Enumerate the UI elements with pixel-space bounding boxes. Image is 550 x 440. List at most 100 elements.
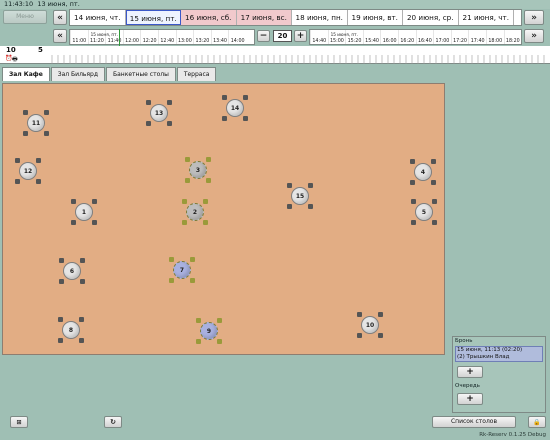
chair-icon: [59, 258, 64, 263]
menu-button[interactable]: Меню: [3, 10, 47, 24]
chair-icon: [287, 183, 292, 188]
time-slot[interactable]: 17:20: [450, 30, 469, 44]
current-time-marker: [119, 29, 120, 46]
time-slot[interactable]: 18:40: [521, 30, 522, 44]
table-number: 2: [186, 203, 204, 221]
table-number: 9: [200, 322, 218, 340]
day-tab[interactable]: 20 июня, ср.: [403, 10, 459, 25]
hall-tab[interactable]: Зал Кафе: [2, 67, 50, 81]
table-11[interactable]: 11: [23, 110, 49, 136]
day-tab[interactable]: 2: [514, 10, 521, 25]
time-slot[interactable]: 13:40: [210, 30, 229, 44]
chair-icon: [169, 257, 174, 262]
days-prev-button[interactable]: «: [53, 10, 67, 25]
chair-icon: [58, 317, 63, 322]
time-slot[interactable]: 12:00: [122, 30, 141, 44]
time-slot[interactable]: 14:40: [310, 30, 328, 44]
hall-tab[interactable]: Банкетные столы: [106, 67, 176, 81]
table-9[interactable]: 9: [196, 318, 222, 344]
time-label: 11:20: [89, 38, 104, 44]
time-slot[interactable]: 15 июня, пт. 15:00: [327, 30, 358, 44]
time-slot[interactable]: 16:20: [397, 30, 416, 44]
days-next-button[interactable]: »: [524, 10, 544, 25]
time-prev-button[interactable]: «: [53, 29, 67, 43]
chair-icon: [222, 116, 227, 121]
day-tab[interactable]: 15 июня, пт.: [125, 10, 181, 25]
table-7[interactable]: 7: [169, 257, 195, 283]
timeline-right: 14:40 15 июня, пт. 15:00 15:20 15:40 16:00…: [309, 29, 522, 45]
time-slot[interactable]: 11:40: [105, 30, 123, 44]
chair-icon: [80, 279, 85, 284]
zoom-in-button[interactable]: +: [294, 30, 307, 42]
table-2[interactable]: 2: [182, 199, 208, 225]
time-slot[interactable]: 13:20: [193, 30, 211, 44]
booking-item[interactable]: 15 июня, 11:13 (02:20) (2) Трышкин Влад: [455, 346, 543, 362]
refresh-icon: ↻: [110, 418, 116, 426]
chair-icon: [190, 257, 195, 262]
time-slot[interactable]: 16:40: [415, 30, 434, 44]
day-tab[interactable]: 16 июня, сб.: [181, 10, 237, 25]
table-5[interactable]: 5: [411, 199, 437, 225]
time-slot[interactable]: 15:20: [345, 30, 363, 44]
time-label: 11:00: [72, 38, 87, 44]
table-number: 4: [414, 163, 432, 181]
time-slot[interactable]: 15:40: [362, 30, 381, 44]
time-slot[interactable]: 12:20: [140, 30, 158, 44]
time-slot[interactable]: 16:00: [380, 30, 398, 44]
time-label: 13:20: [195, 38, 210, 44]
table-4[interactable]: 4: [410, 159, 436, 185]
time-slot[interactable]: 18:00: [485, 30, 504, 44]
plus-icon: +: [296, 31, 305, 41]
time-slot[interactable]: 15 июня, пт. 11:20: [87, 30, 118, 44]
day-tab[interactable]: 18 июня, пн.: [292, 10, 348, 25]
chair-icon: [411, 199, 416, 204]
chair-icon: [206, 178, 211, 183]
add-booking-button[interactable]: +: [457, 366, 483, 378]
tables-list-button[interactable]: Список столов: [432, 416, 516, 428]
keyboard-button[interactable]: ⊞: [10, 416, 28, 428]
table-3[interactable]: 3: [185, 157, 211, 183]
table-number: 12: [19, 162, 37, 180]
table-15[interactable]: 15: [287, 183, 313, 209]
table-12[interactable]: 12: [15, 158, 41, 184]
time-slot[interactable]: 17:40: [468, 30, 486, 44]
day-tab[interactable]: 21 июня, чт.: [459, 10, 514, 25]
table-10[interactable]: 10: [357, 312, 383, 338]
time-label: 15:40: [365, 38, 379, 44]
add-queue-button[interactable]: +: [457, 393, 483, 405]
time-next-button[interactable]: »: [524, 29, 544, 43]
table-13[interactable]: 13: [146, 100, 172, 126]
table-14[interactable]: 14: [222, 95, 248, 121]
table-1[interactable]: 1: [71, 199, 97, 225]
table-8[interactable]: 8: [58, 317, 84, 343]
time-label: 15:00: [329, 38, 344, 44]
chair-icon: [217, 318, 222, 323]
day-tab[interactable]: 14 июня, чт.: [70, 10, 126, 25]
chair-icon: [431, 180, 436, 185]
day-tab[interactable]: 19 июня, вт.: [348, 10, 403, 25]
booking-guest: (2) Трышкин Влад: [457, 354, 510, 360]
zoom-out-button[interactable]: −: [257, 30, 270, 42]
lock-button[interactable]: 🔒: [528, 416, 546, 428]
chair-icon: [378, 312, 383, 317]
day-tab[interactable]: 17 июня, вс.: [236, 10, 292, 25]
table-6[interactable]: 6: [59, 258, 85, 284]
chair-icon: [196, 318, 201, 323]
hall-tab[interactable]: Терраса: [176, 67, 217, 81]
table-number: 13: [150, 104, 168, 122]
time-slot[interactable]: 14:00: [228, 30, 246, 44]
chair-icon: [185, 178, 190, 183]
chair-icon: [243, 95, 248, 100]
time-slot[interactable]: 17:00: [433, 30, 451, 44]
time-slot[interactable]: 18:20: [503, 30, 521, 44]
plus-icon: +: [466, 394, 474, 404]
time-slot[interactable]: 13:00: [175, 30, 194, 44]
hall-tab[interactable]: Зал Бильярд: [50, 67, 105, 81]
time-slot[interactable]: 12:40: [157, 30, 176, 44]
refresh-button[interactable]: ↻: [104, 416, 122, 428]
chair-icon: [169, 278, 174, 283]
chair-icon: [411, 220, 416, 225]
chair-icon: [410, 180, 415, 185]
chair-icon: [203, 199, 208, 204]
time-slot[interactable]: 11:00: [70, 30, 88, 44]
